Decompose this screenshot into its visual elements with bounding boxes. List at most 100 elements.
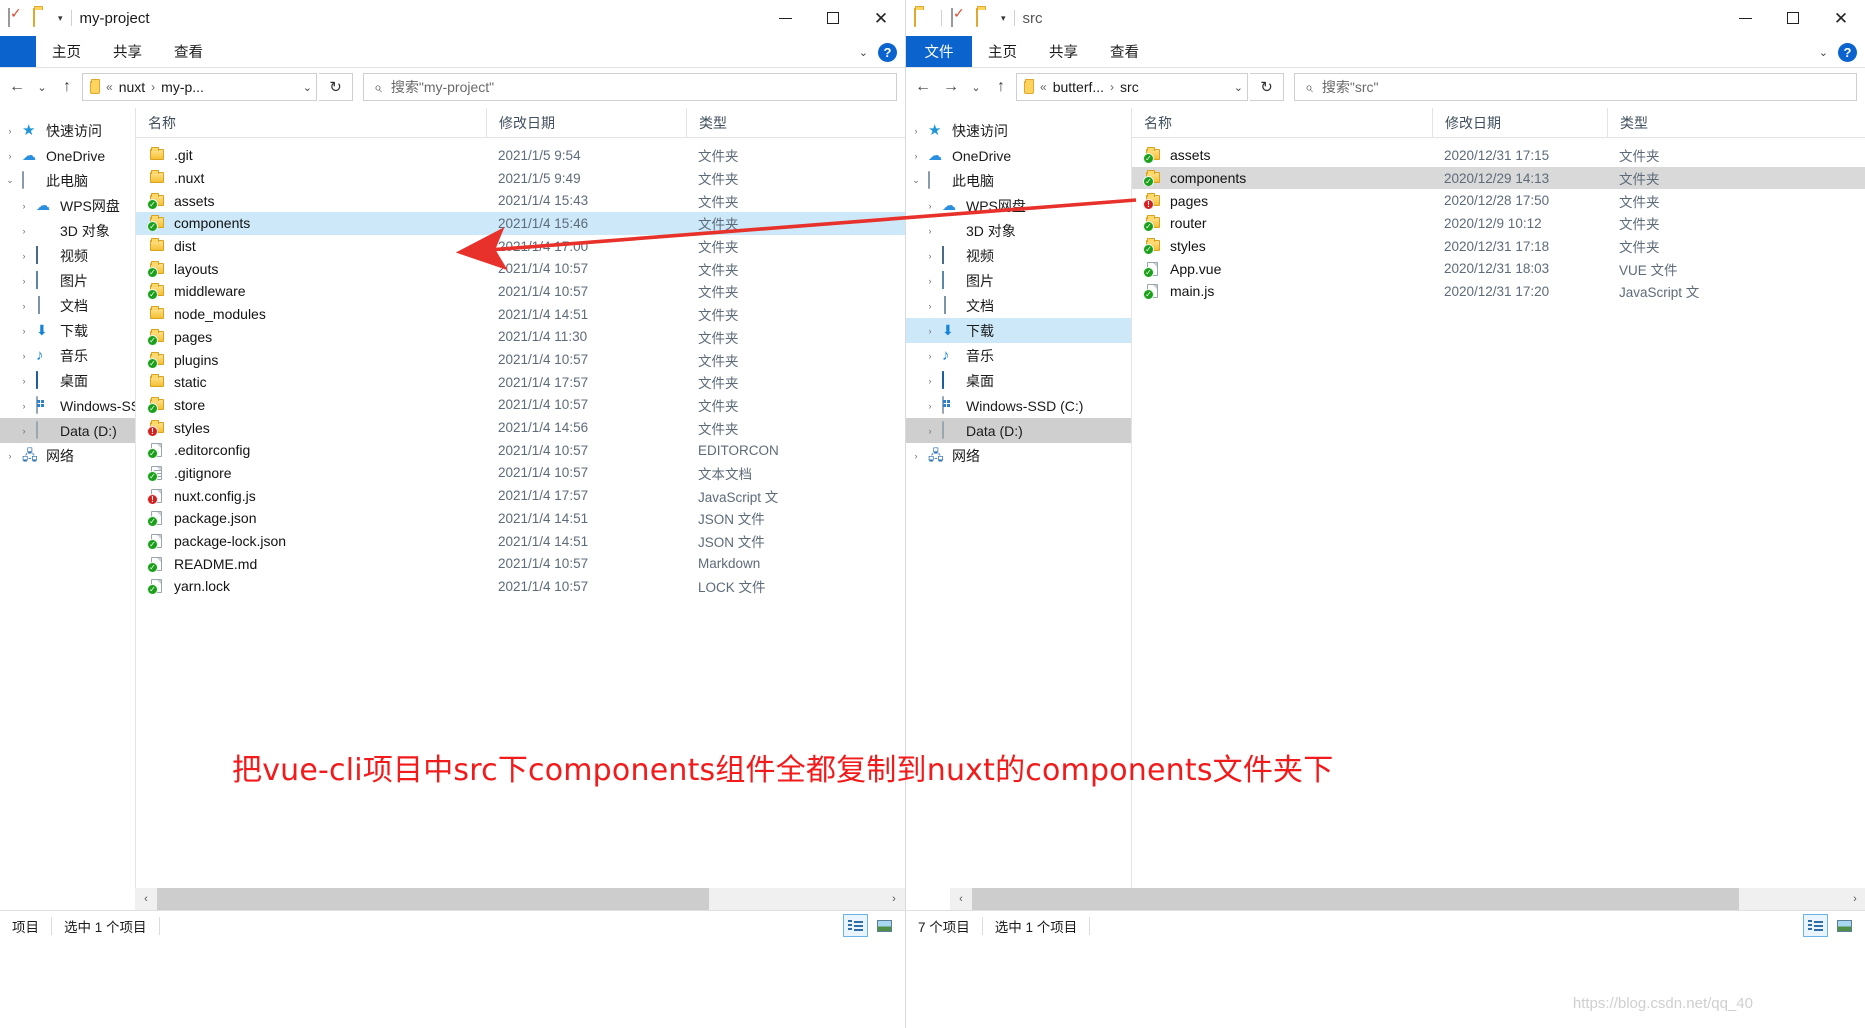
minimize-button[interactable]: [1721, 0, 1769, 36]
column-header-item[interactable]: 名称 ⌃: [136, 108, 486, 138]
file-row-gitignore[interactable]: ✓ .gitignore 2021/1/4 10:57 文本文档: [136, 462, 905, 485]
file-row-yarn-lock[interactable]: ✓ yarn.lock 2021/1/4 10:57 LOCK 文件: [136, 575, 905, 598]
sidebar-item-item[interactable]: › 视频: [0, 243, 135, 268]
sidebar-item-item[interactable]: › ♪ 音乐: [0, 343, 135, 368]
back-button[interactable]: ←: [910, 73, 936, 101]
chevron-right-icon[interactable]: ›: [924, 426, 936, 436]
chevron-right-icon[interactable]: ›: [910, 126, 922, 136]
tab-share[interactable]: 共享: [97, 36, 158, 67]
sidebar-item-item[interactable]: › 🖧 网络: [0, 443, 135, 468]
search-box-left[interactable]: ⌕ 搜索"my-project": [363, 73, 897, 101]
file-row-package-json[interactable]: ✓ package.json 2021/1/4 14:51 JSON 文件: [136, 507, 905, 530]
tab-file[interactable]: [0, 36, 36, 67]
sidebar-item-item[interactable]: ⌄ 此电脑: [906, 168, 1131, 193]
chevron-right-icon[interactable]: ›: [18, 351, 30, 361]
chevron-down-icon[interactable]: ⌄: [1819, 46, 1828, 59]
help-icon[interactable]: ?: [878, 42, 897, 62]
sidebar-item-item[interactable]: › 图片: [0, 268, 135, 293]
scroll-track[interactable]: [157, 888, 883, 910]
close-button[interactable]: ✕: [1817, 0, 1865, 36]
file-row-plugins[interactable]: ✓ plugins 2021/1/4 10:57 文件夹: [136, 348, 905, 371]
file-row-pages[interactable]: ! pages 2020/12/28 17:50 文件夹: [1132, 189, 1865, 212]
sidebar-item-wps[interactable]: › ☁ WPS网盘: [906, 193, 1131, 218]
sidebar-item-wps[interactable]: › ☁ WPS网盘: [0, 193, 135, 218]
scroll-right-arrow[interactable]: ›: [1844, 888, 1865, 910]
sidebar-item-item[interactable]: › ★ 快速访问: [0, 118, 135, 143]
chevron-right-icon[interactable]: ›: [18, 401, 30, 411]
chevron-right-icon[interactable]: ›: [924, 301, 936, 311]
chevron-down-icon[interactable]: ⌄: [910, 175, 922, 186]
file-row-static[interactable]: static 2021/1/4 17:57 文件夹: [136, 371, 905, 394]
refresh-button[interactable]: ↻: [1250, 73, 1284, 101]
minimize-button[interactable]: [761, 0, 809, 36]
sidebar-item-item[interactable]: › 图片: [906, 268, 1131, 293]
checkbox-icon[interactable]: [8, 8, 26, 27]
tiles-view-icon[interactable]: [1832, 914, 1857, 937]
sidebar-item-3d[interactable]: › 3D 对象: [906, 218, 1131, 243]
sidebar-item-item[interactable]: › 桌面: [906, 368, 1131, 393]
checkbox-icon[interactable]: [951, 8, 969, 27]
refresh-button[interactable]: ↻: [319, 73, 353, 101]
file-row-nuxt-config-js[interactable]: ! nuxt.config.js 2021/1/4 17:57 JavaScript …: [136, 484, 905, 507]
breadcrumb-item-current[interactable]: src: [1120, 79, 1139, 95]
file-row-main-js[interactable]: ✓ main.js 2020/12/31 17:20 JavaScript 文: [1132, 280, 1865, 303]
sidebar-item-windows-ssd-c[interactable]: › Windows-SSD (C:): [906, 393, 1131, 418]
file-row-node-modules[interactable]: node_modules 2021/1/4 14:51 文件夹: [136, 303, 905, 326]
chevron-right-icon[interactable]: ›: [18, 276, 30, 286]
file-row-git[interactable]: .git 2021/1/5 9:54 文件夹: [136, 144, 905, 167]
chevron-right-icon[interactable]: ›: [18, 226, 30, 236]
breadcrumb-dropdown-icon[interactable]: ⌄: [1226, 81, 1243, 94]
file-row-app-vue[interactable]: ✓ App.vue 2020/12/31 18:03 VUE 文件: [1132, 257, 1865, 280]
folder-icon[interactable]: [33, 8, 51, 27]
file-row-components[interactable]: ✓ components 2021/1/4 15:46 文件夹: [136, 212, 905, 235]
chevron-right-icon[interactable]: ›: [18, 301, 30, 311]
close-button[interactable]: ✕: [857, 0, 905, 36]
chevron-right-icon[interactable]: ›: [924, 351, 936, 361]
chevron-right-icon[interactable]: ›: [18, 251, 30, 261]
breadcrumb[interactable]: « butterf... › src ⌄: [1016, 73, 1248, 101]
sidebar-item-onedrive[interactable]: › ☁ OneDrive: [0, 143, 135, 168]
scroll-left-arrow[interactable]: ‹: [950, 888, 972, 910]
details-view-icon[interactable]: [1803, 914, 1828, 937]
file-row-middleware[interactable]: ✓ middleware 2021/1/4 10:57 文件夹: [136, 280, 905, 303]
tab-view[interactable]: 查看: [1094, 36, 1155, 67]
recent-locations-button[interactable]: ⌄: [32, 73, 52, 101]
search-box-right[interactable]: ⌕ 搜索"src": [1294, 73, 1857, 101]
file-row-dist[interactable]: dist 2021/1/4 17:00 文件夹: [136, 235, 905, 258]
dropdown-caret-icon[interactable]: ▾: [1001, 13, 1006, 23]
breadcrumb-item-nuxt[interactable]: nuxt: [119, 79, 145, 95]
folder-icon[interactable]: [914, 8, 932, 27]
breadcrumb-item-parent[interactable]: butterf...: [1053, 79, 1104, 95]
chevron-right-icon[interactable]: ›: [18, 201, 30, 211]
chevron-right-icon[interactable]: ›: [924, 201, 936, 211]
sidebar-item-onedrive[interactable]: › ☁ OneDrive: [906, 143, 1131, 168]
sidebar-item-item[interactable]: ⌄ 此电脑: [0, 168, 135, 193]
file-row-package-lock-json[interactable]: ✓ package-lock.json 2021/1/4 14:51 JSON 文件: [136, 530, 905, 553]
scroll-right-arrow[interactable]: ›: [883, 888, 905, 910]
sidebar-item-item[interactable]: › 文档: [906, 293, 1131, 318]
maximize-button[interactable]: [809, 0, 857, 36]
file-row-store[interactable]: ✓ store 2021/1/4 10:57 文件夹: [136, 394, 905, 417]
horizontal-scrollbar-left[interactable]: ‹ ›: [135, 888, 905, 910]
chevron-right-icon[interactable]: ›: [18, 376, 30, 386]
maximize-button[interactable]: [1769, 0, 1817, 36]
sidebar-item-item[interactable]: › 🖧 网络: [906, 443, 1131, 468]
horizontal-scrollbar-right[interactable]: ‹ ›: [950, 888, 1865, 910]
chevron-right-icon[interactable]: ›: [4, 151, 16, 161]
details-view-icon[interactable]: [843, 914, 868, 937]
back-button[interactable]: ←: [4, 73, 30, 101]
file-row-assets[interactable]: ✓ assets 2020/12/31 17:15 文件夹: [1132, 144, 1865, 167]
folder-icon-2[interactable]: [976, 8, 994, 27]
chevron-right-icon[interactable]: ›: [18, 426, 30, 436]
tab-file[interactable]: 文件: [906, 36, 972, 67]
chevron-right-icon[interactable]: ›: [18, 326, 30, 336]
scroll-track[interactable]: [972, 888, 1844, 910]
up-button[interactable]: ↑: [54, 73, 80, 101]
search-input[interactable]: 搜索"src": [1322, 77, 1379, 97]
sidebar-item-data-d[interactable]: › Data (D:): [906, 418, 1131, 443]
chevron-down-icon[interactable]: ⌄: [4, 175, 16, 186]
help-icon[interactable]: ?: [1838, 42, 1857, 62]
file-row-components[interactable]: ✓ components 2020/12/29 14:13 文件夹: [1132, 166, 1865, 190]
tab-view[interactable]: 查看: [158, 36, 219, 67]
chevron-right-icon[interactable]: ›: [924, 401, 936, 411]
